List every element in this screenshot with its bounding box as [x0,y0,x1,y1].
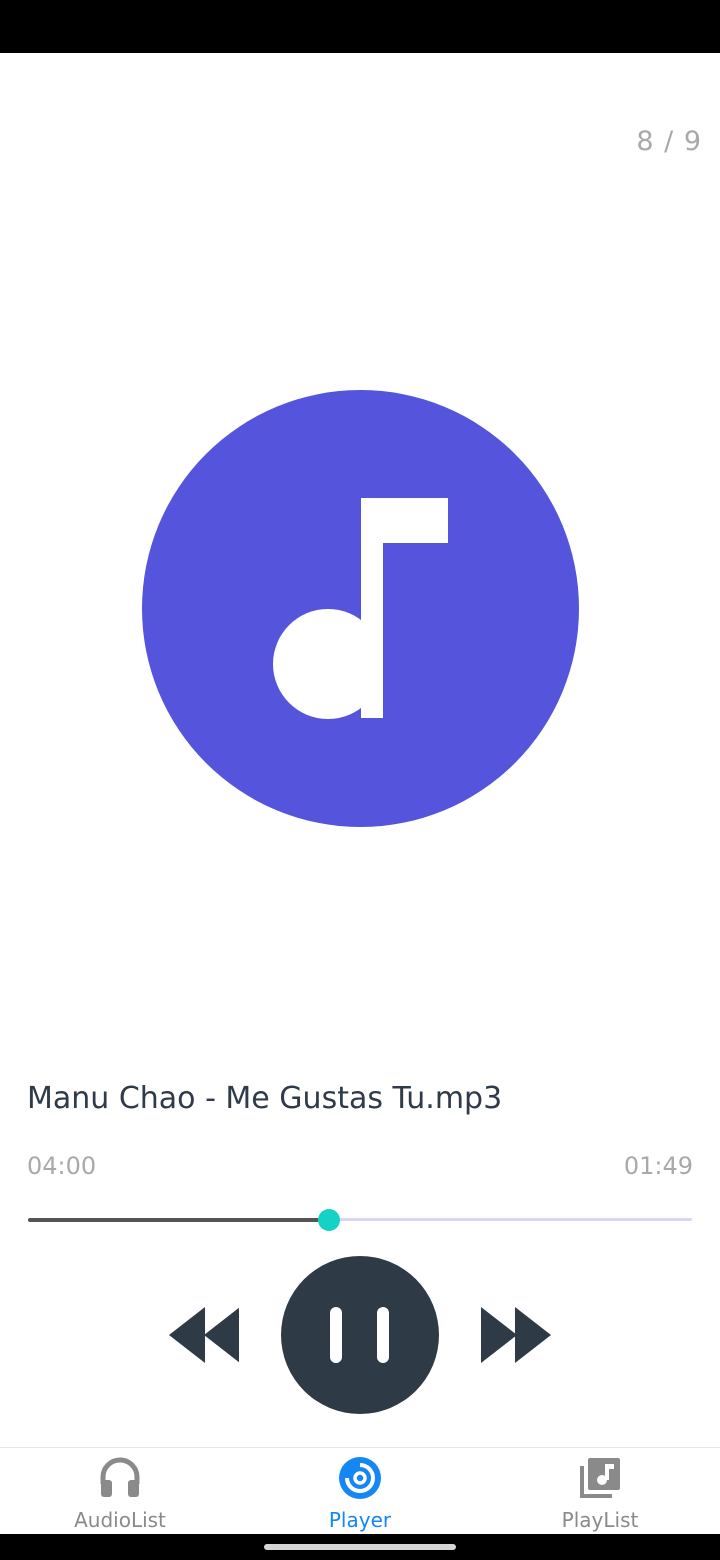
time-elapsed: 04:00 [27,1152,97,1180]
nav-item-audiolist[interactable]: AudioList [0,1448,240,1535]
bottom-nav: AudioList Player PlayList [0,1447,720,1535]
nav-item-player[interactable]: Player [240,1448,480,1535]
playlist-icon [580,1458,620,1498]
headphones-icon [100,1457,140,1497]
status-bar [0,0,720,53]
pause-button[interactable] [281,1256,439,1414]
song-title: Manu Chao - Me Gustas Tu.mp3 [27,1081,503,1116]
system-nav-bar [0,1534,720,1560]
rewind-icon [169,1307,239,1363]
album-art-circle [142,390,579,827]
home-indicator[interactable] [264,1544,456,1550]
seek-thumb[interactable] [317,1209,340,1231]
nav-label-playlist: PlayList [561,1508,639,1532]
fast-forward-button[interactable] [478,1300,558,1370]
track-counter: 8 / 9 [636,126,702,157]
time-remaining: 01:49 [623,1152,693,1180]
album-art [142,390,579,827]
nav-item-playlist[interactable]: PlayList [480,1448,720,1535]
seek-progress [28,1218,329,1222]
nav-label-audiolist: AudioList [74,1508,166,1532]
pause-icon [330,1307,389,1363]
disc-icon [339,1457,381,1499]
nav-label-player: Player [328,1508,392,1532]
seek-bar[interactable] [28,1208,692,1232]
rewind-button[interactable] [162,1300,242,1370]
fast-forward-icon [481,1307,551,1363]
